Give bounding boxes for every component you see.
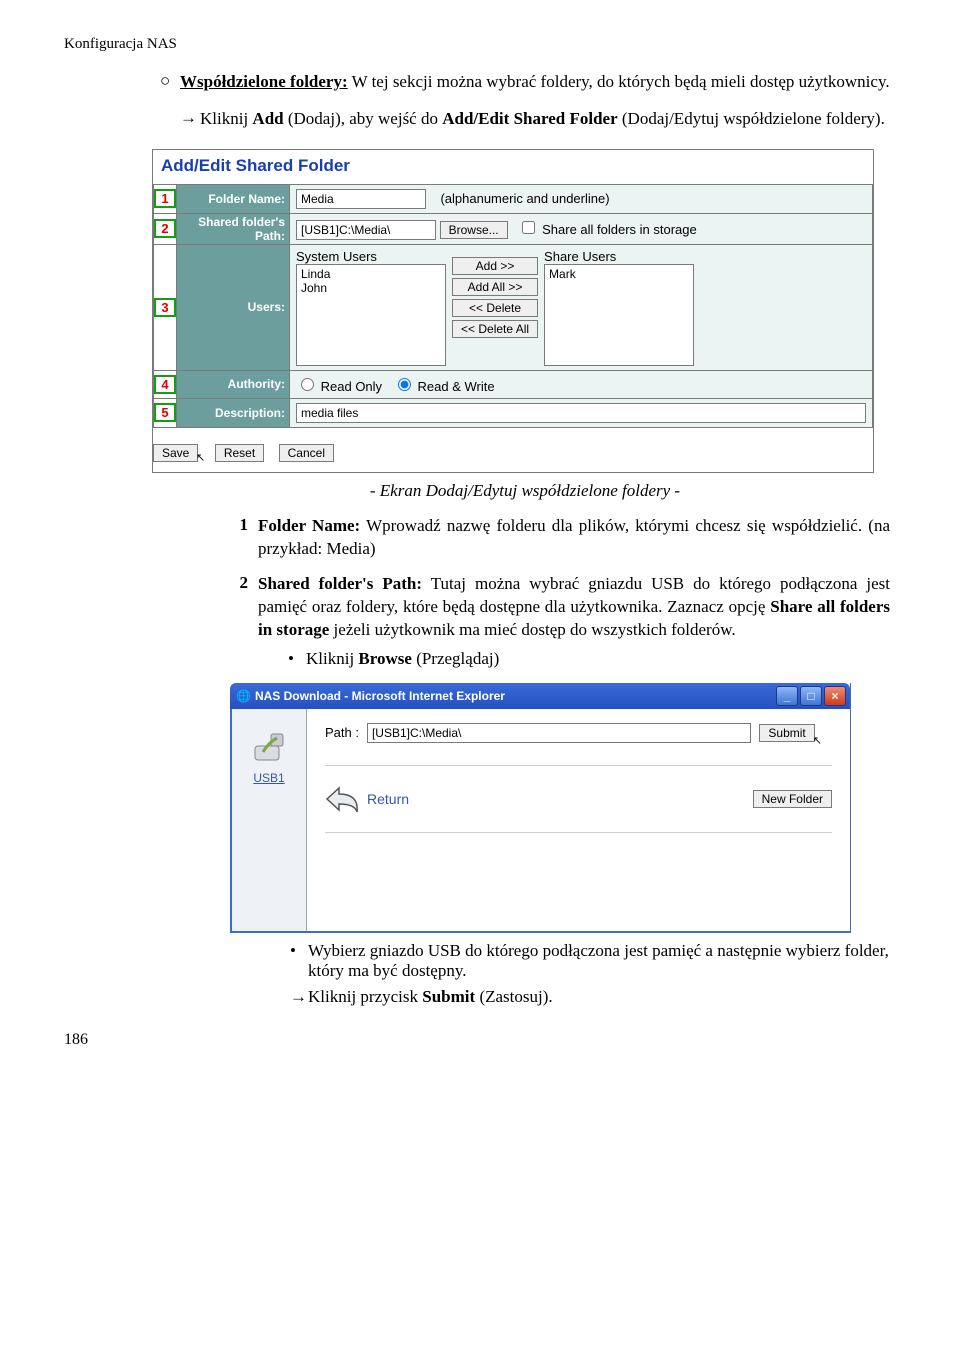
after-fig2-bullet: • Wybierz gniazdo USB do którego podłącz… [290, 941, 890, 981]
return-link[interactable]: Return [325, 784, 409, 814]
cursor-icon: ↖ [813, 734, 822, 747]
folder-name-hint: (alphanumeric and underline) [440, 191, 609, 206]
folder-name-input[interactable] [296, 189, 426, 209]
ie-icon: 🌐 [236, 689, 251, 703]
numbered-item-2: 2 Shared folder's Path: Tutaj można wybr… [220, 573, 890, 671]
add-user-button[interactable]: Add >> [452, 257, 538, 275]
read-write-option[interactable]: Read & Write [393, 379, 495, 394]
usb-label[interactable]: USB1 [232, 771, 306, 785]
submit-button[interactable]: Submit [759, 724, 814, 742]
new-folder-button[interactable]: New Folder [753, 790, 832, 808]
system-users-title: System Users [296, 249, 446, 264]
description-input[interactable] [296, 403, 866, 423]
share-users-title: Share Users [544, 249, 694, 264]
path-label: Shared folder's Path: [177, 213, 290, 244]
delete-user-button[interactable]: << Delete [452, 299, 538, 317]
breadcrumb: Konfiguracja NAS [64, 36, 890, 53]
list-item[interactable]: Linda [301, 267, 441, 281]
path-input[interactable] [296, 220, 436, 240]
bullet-dot-icon: • [290, 941, 308, 981]
marker-2: 2 [154, 219, 176, 238]
figure1-caption: - Ekran Dodaj/Edytuj współdzielone folde… [160, 481, 890, 501]
page-number: 186 [64, 1031, 890, 1049]
system-users-list[interactable]: Linda John [296, 264, 446, 366]
cancel-button[interactable]: Cancel [279, 444, 334, 462]
usb-icon[interactable] [248, 725, 290, 767]
back-arrow-icon [325, 784, 361, 814]
delete-all-button[interactable]: << Delete All [452, 320, 538, 338]
arrow-icon: → [180, 108, 200, 131]
after-fig2-arrow: → Kliknij przycisk Submit (Zastosuj). [290, 987, 890, 1007]
add-edit-shared-folder-panel: Add/Edit Shared Folder 1 Folder Name: (a… [152, 149, 874, 473]
marker-4: 4 [154, 375, 176, 394]
users-label: Users: [177, 244, 290, 370]
list-item[interactable]: John [301, 281, 441, 295]
cursor-icon: ↖ [196, 452, 205, 464]
path-field[interactable] [367, 723, 751, 743]
bullet-dot-icon: • [288, 648, 306, 671]
panel-title: Add/Edit Shared Folder [153, 150, 873, 184]
add-all-button[interactable]: Add All >> [452, 278, 538, 296]
window-titlebar: 🌐 NAS Download - Microsoft Internet Expl… [230, 683, 850, 709]
marker-1: 1 [154, 189, 176, 208]
marker-3: 3 [154, 298, 176, 317]
shared-folders-paragraph: ○ Współdzielone foldery: W tej sekcji mo… [160, 71, 890, 94]
marker-5: 5 [154, 403, 176, 422]
numbered-item-1: 1 Folder Name: Wprowadź nazwę folderu dl… [220, 515, 890, 561]
maximize-icon[interactable]: □ [800, 686, 822, 706]
read-only-option[interactable]: Read Only [296, 379, 382, 394]
shared-folders-text: W tej sekcji można wybrać foldery, do kt… [348, 72, 890, 91]
shared-folders-heading: Współdzielone foldery: [180, 72, 348, 91]
path-label: Path : [325, 725, 359, 740]
share-users-list[interactable]: Mark [544, 264, 694, 366]
save-button[interactable]: Save [153, 444, 198, 462]
arrow-icon: → [290, 987, 308, 1007]
share-all-label: Share all folders in storage [542, 222, 697, 237]
list-item[interactable]: Mark [549, 267, 689, 281]
click-add-line: Kliknij Add (Dodaj), aby wejść do Add/Ed… [200, 108, 890, 131]
window-title: NAS Download - Microsoft Internet Explor… [255, 689, 505, 703]
description-label: Description: [177, 398, 290, 427]
browse-button[interactable]: Browse... [440, 221, 508, 239]
close-icon[interactable]: × [824, 686, 846, 706]
reset-button[interactable]: Reset [215, 444, 264, 462]
browse-window: 🌐 NAS Download - Microsoft Internet Expl… [230, 683, 851, 933]
minimize-icon[interactable]: _ [776, 686, 798, 706]
share-all-checkbox[interactable] [522, 221, 535, 234]
click-browse-line: Kliknij Browse (Przeglądaj) [306, 648, 890, 671]
folder-name-label: Folder Name: [177, 184, 290, 213]
sidebar: USB1 [232, 709, 307, 931]
bullet-circle-icon: ○ [160, 71, 180, 94]
authority-label: Authority: [177, 370, 290, 398]
